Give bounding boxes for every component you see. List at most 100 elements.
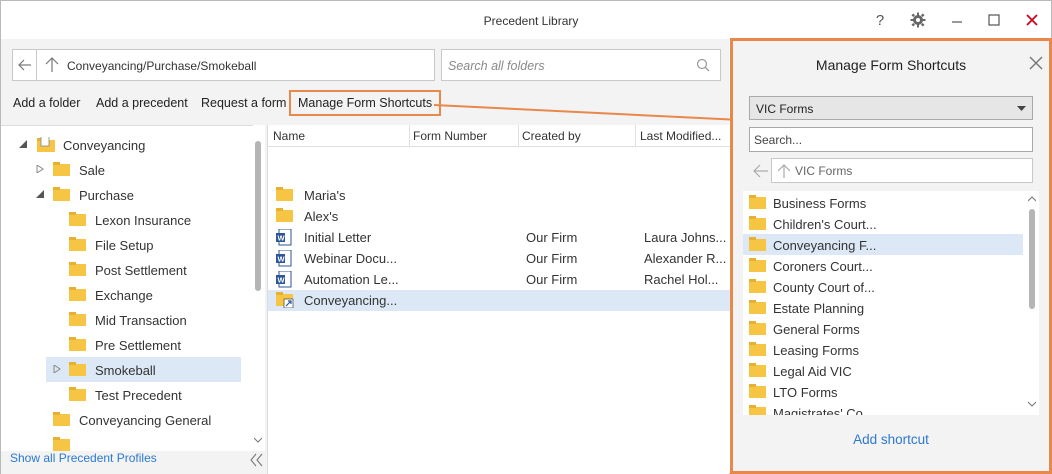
column-separator[interactable] [409, 125, 410, 147]
tree-item-pre-settlement[interactable]: Pre Settlement [1, 332, 251, 357]
list-item[interactable]: Legal Aid VIC [743, 360, 1023, 381]
list-row[interactable]: W Initial Letter Our Firm Laura Johns... [268, 227, 730, 248]
folder-icon [69, 212, 86, 226]
form-set-value: VIC Forms [756, 102, 814, 116]
tree-item-partial[interactable] [1, 432, 251, 451]
arrow-left-icon [17, 59, 31, 71]
search-icon[interactable] [696, 58, 710, 72]
folder-icon [749, 279, 766, 293]
tree-item-test-precedent[interactable]: Test Precedent [1, 382, 251, 407]
maximize-button[interactable] [983, 9, 1005, 31]
row-created-by: Our Firm [526, 251, 578, 266]
arrow-left-icon[interactable] [753, 164, 769, 178]
row-name: Initial Letter [304, 230, 372, 245]
search-all-box[interactable] [441, 49, 721, 81]
tree-item-purchase[interactable]: Purchase [1, 182, 251, 207]
shortcut-search-box[interactable] [749, 127, 1033, 152]
svg-text:W: W [278, 255, 286, 264]
scroll-down-icon[interactable] [254, 437, 262, 443]
column-last-modified[interactable]: Last Modified... [640, 129, 721, 143]
shortcut-scroll-thumb[interactable] [1029, 209, 1035, 309]
folder-icon [749, 384, 766, 398]
folder-icon [53, 412, 70, 426]
collapse-pane-icon[interactable] [249, 453, 265, 467]
tree-item-sale[interactable]: Sale [1, 157, 251, 182]
shortcut-search-input[interactable] [754, 132, 1024, 148]
list-row[interactable]: W Webinar Docu... Our Firm Alexander R..… [268, 248, 730, 269]
list-row[interactable]: W Automation Le... Our Firm Rachel Hol..… [268, 269, 730, 290]
expanded-arrow-icon[interactable] [36, 190, 44, 198]
list-row[interactable]: Alex's [268, 206, 730, 227]
library-pane: Conveyancing/Purchase/Smokeball Add a fo… [1, 39, 730, 474]
settings-button[interactable] [907, 9, 929, 31]
list-row[interactable]: Maria's [268, 185, 730, 206]
column-separator[interactable] [518, 125, 519, 147]
manage-form-shortcuts-button[interactable]: Manage Form Shortcuts [289, 90, 442, 116]
list-item[interactable]: Leasing Forms [743, 339, 1023, 360]
scroll-down-icon[interactable] [1028, 401, 1036, 407]
folder-icon [749, 258, 766, 272]
close-icon[interactable] [1029, 56, 1043, 70]
scroll-up-icon[interactable] [1028, 196, 1036, 202]
title-bar: Precedent Library ? [1, 1, 1051, 39]
add-shortcut-button[interactable]: Add shortcut [733, 432, 1049, 447]
path-bar[interactable]: Conveyancing/Purchase/Smokeball [36, 49, 435, 81]
expanded-arrow-icon[interactable] [19, 140, 27, 148]
row-created-by: Our Firm [526, 272, 578, 287]
list-item[interactable]: Coroners Court... [743, 255, 1023, 276]
add-folder-button[interactable]: Add a folder [13, 96, 80, 110]
back-button[interactable] [12, 49, 36, 81]
column-name[interactable]: Name [273, 129, 305, 143]
row-name: Conveyancing... [304, 293, 398, 308]
tree-item-conveyancing[interactable]: Conveyancing [1, 132, 251, 157]
tree-item-file-setup[interactable]: File Setup [1, 232, 251, 257]
column-separator[interactable] [635, 125, 636, 147]
list-row[interactable]: Conveyancing... [268, 290, 730, 311]
arrow-up-icon[interactable] [776, 163, 792, 179]
tree-item-lexon-insurance[interactable]: Lexon Insurance [1, 207, 251, 232]
folder-icon [749, 216, 766, 230]
maximize-icon [988, 14, 1000, 26]
document-folder-icon [37, 137, 55, 152]
list-item[interactable]: Estate Planning [743, 297, 1023, 318]
list-item[interactable]: LTO Forms [743, 381, 1023, 402]
list-item[interactable]: General Forms [743, 318, 1023, 339]
folder-icon [749, 342, 766, 356]
list-item[interactable]: Magistrates' Co... [743, 402, 1023, 415]
collapsed-arrow-icon[interactable] [36, 165, 44, 173]
folder-icon [749, 237, 766, 251]
tree-item-conveyancing-general[interactable]: Conveyancing General [1, 407, 251, 432]
chevron-down-icon [1017, 106, 1026, 111]
request-form-button[interactable]: Request a form [201, 96, 286, 110]
folder-icon [69, 287, 86, 301]
shortcut-list-scrollbar[interactable] [1025, 191, 1039, 415]
gear-icon [910, 12, 926, 28]
list-item[interactable]: Business Forms [743, 192, 1023, 213]
column-created-by[interactable]: Created by [522, 129, 581, 143]
tree-scrollbar[interactable] [253, 125, 265, 451]
tree-item-exchange[interactable]: Exchange [1, 282, 251, 307]
tree-item-mid-transaction[interactable]: Mid Transaction [1, 307, 251, 332]
list-item[interactable]: County Court of... [743, 276, 1023, 297]
row-name: Webinar Docu... [304, 251, 397, 266]
folder-icon [276, 187, 293, 201]
add-precedent-button[interactable]: Add a precedent [96, 96, 188, 110]
tree-item-label: Post Settlement [95, 263, 187, 278]
minimize-button[interactable] [946, 9, 968, 31]
show-all-profiles-link[interactable]: Show all Precedent Profiles [10, 451, 157, 465]
close-button[interactable] [1021, 9, 1043, 31]
tree-scroll-thumb[interactable] [255, 141, 261, 291]
tree-item-smokeball[interactable]: Smokeball [46, 357, 241, 382]
column-form-number[interactable]: Form Number [413, 129, 487, 143]
form-set-dropdown[interactable]: VIC Forms [749, 96, 1033, 120]
shortcut-path-bar[interactable]: VIC Forms [771, 158, 1033, 183]
arrow-up-icon[interactable] [43, 56, 61, 74]
collapsed-arrow-icon[interactable] [53, 365, 61, 373]
tree-item-label: Lexon Insurance [95, 213, 192, 228]
list-item[interactable]: Conveyancing F... [743, 234, 1023, 255]
precedent-library-window: Precedent Library ? Conveyancing/Purchas… [0, 0, 1052, 474]
help-button[interactable]: ? [869, 9, 891, 31]
list-item[interactable]: Children's Court... [743, 213, 1023, 234]
tree-item-post-settlement[interactable]: Post Settlement [1, 257, 251, 282]
search-all-input[interactable] [448, 57, 688, 75]
